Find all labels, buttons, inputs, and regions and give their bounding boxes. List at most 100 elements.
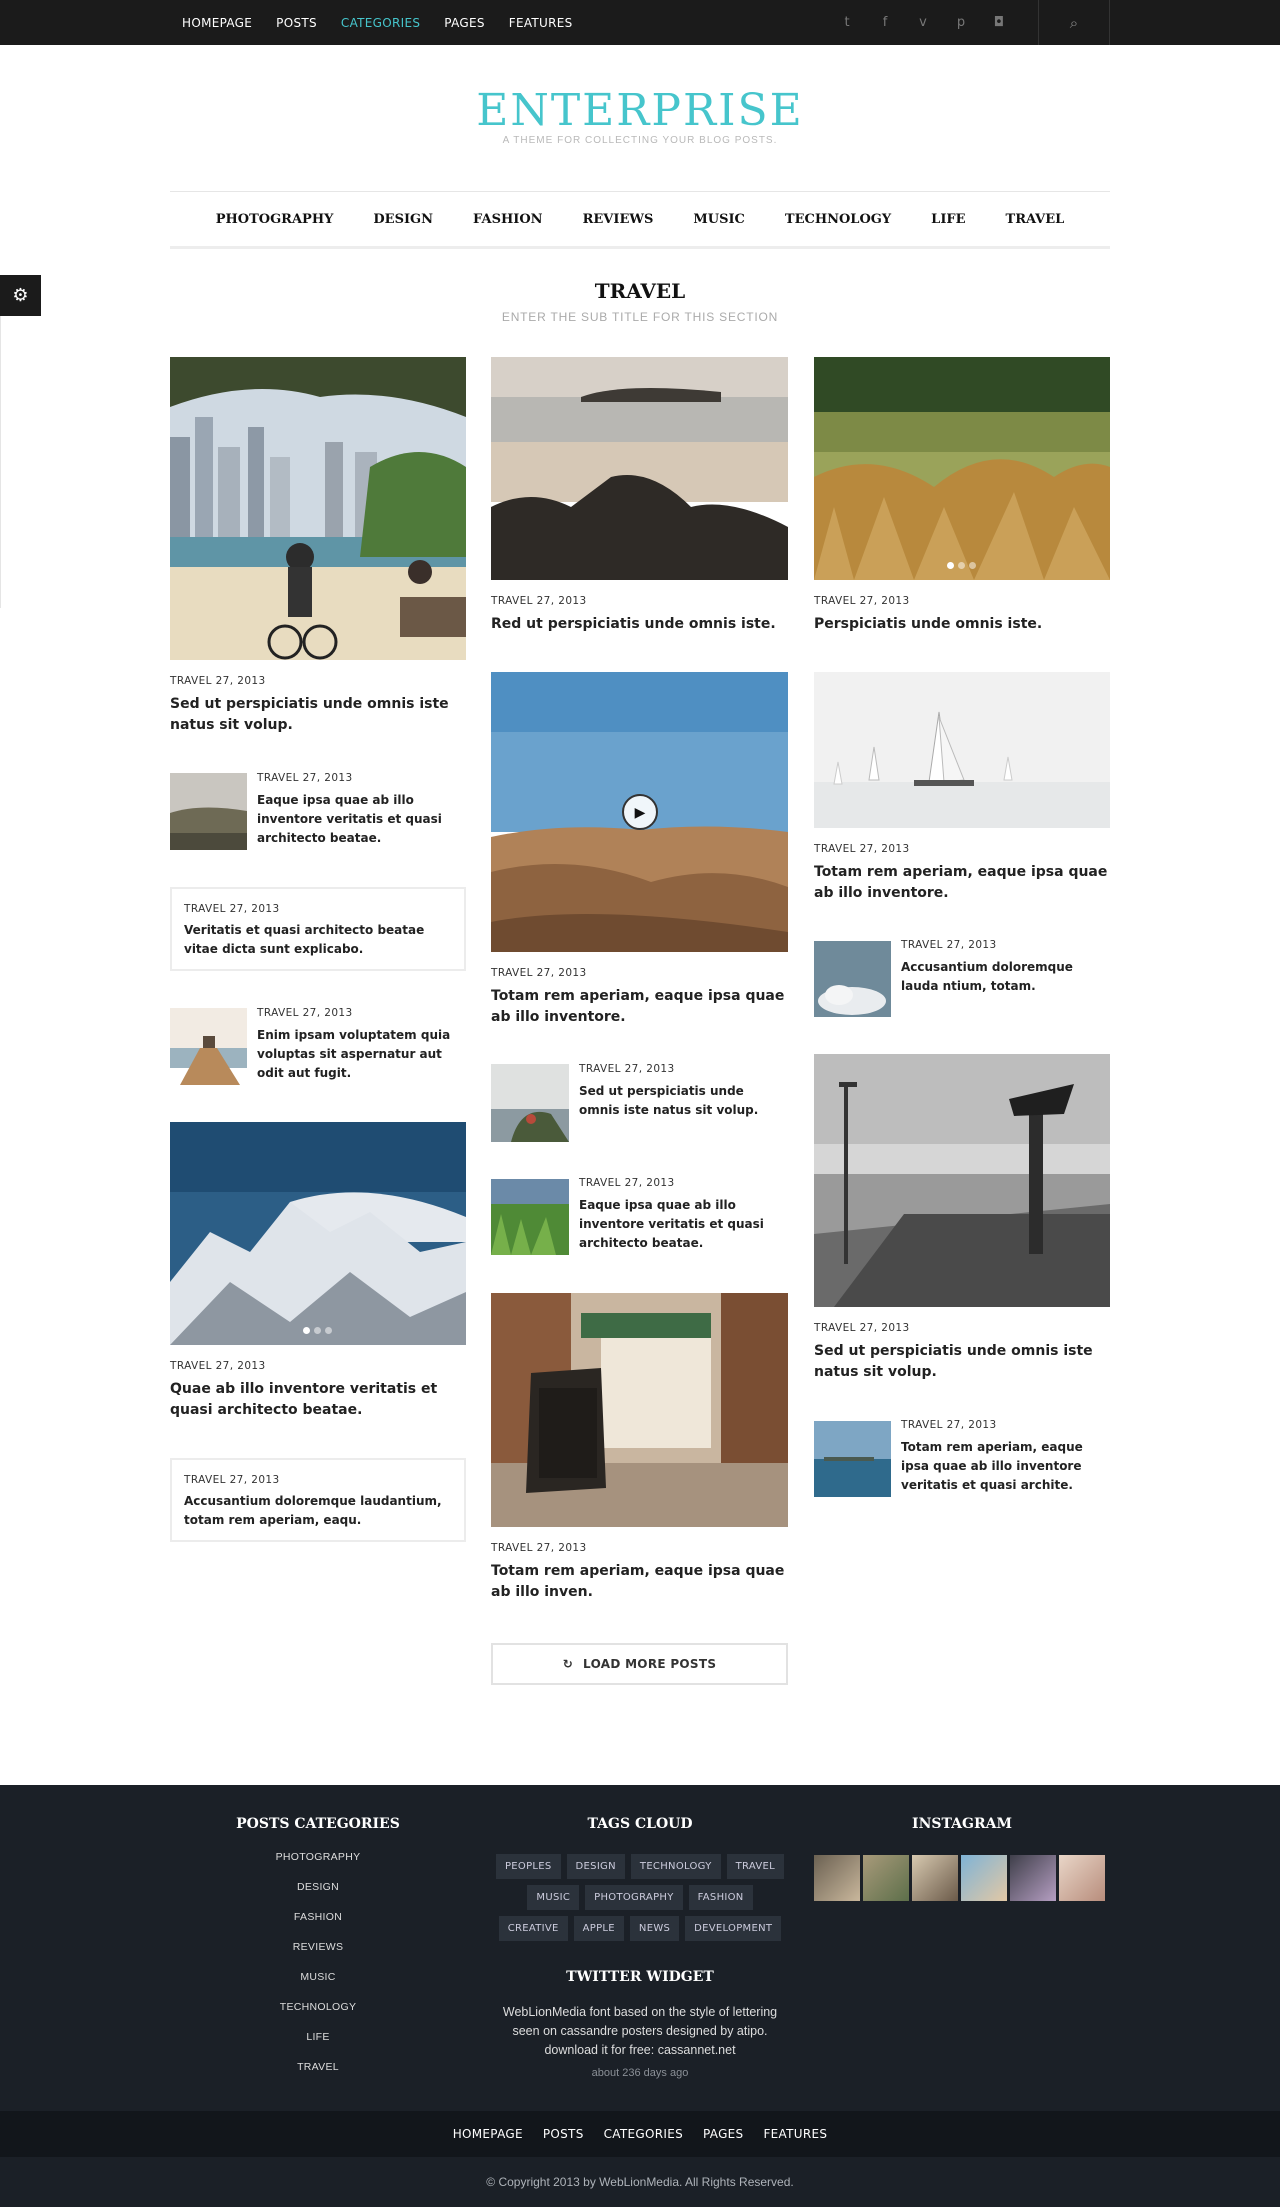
post-thumb-pier[interactable] <box>170 1008 247 1085</box>
catnav-fashion[interactable]: FASHION <box>473 212 543 227</box>
post-title[interactable]: Accusantium doloremque laudantium, totam… <box>184 1492 452 1530</box>
post-title[interactable]: Sed ut perspiciatis unde omnis iste natu… <box>814 1341 1110 1383</box>
post-thumb-landscape[interactable] <box>170 773 247 850</box>
post-video-desert[interactable]: ▶ <box>491 672 788 952</box>
vimeo-icon[interactable]: v <box>914 15 932 30</box>
tag-photography[interactable]: PHOTOGRAPHY <box>585 1885 683 1910</box>
post-thumb-clouds[interactable] <box>814 941 891 1017</box>
instagram-grid <box>814 1855 1105 1901</box>
post-title[interactable]: Quae ab illo inventore veritatis et quas… <box>170 1379 466 1421</box>
slider-dot[interactable] <box>958 562 965 569</box>
topnav-pages[interactable]: PAGES <box>444 16 484 30</box>
post-image-wheat[interactable] <box>814 357 1110 580</box>
search-button[interactable]: ⌕ <box>1038 0 1110 45</box>
tag-design[interactable]: DESIGN <box>566 1854 625 1879</box>
footer-category-photography[interactable]: PHOTOGRAPHY <box>170 1851 466 1863</box>
tags-cloud: PEOPLES DESIGN TECHNOLOGY TRAVEL MUSIC P… <box>494 1854 786 1941</box>
instagram-photo[interactable] <box>961 1855 1007 1901</box>
post-image-pizzeria[interactable] <box>491 1293 788 1527</box>
catnav-travel[interactable]: TRAVEL <box>1006 212 1065 227</box>
slider-dot[interactable] <box>325 1327 332 1334</box>
post-title[interactable]: Totam rem aperiam, eaque ipsa quae ab il… <box>901 1438 1113 1495</box>
post-title[interactable]: Enim ipsam voluptatem quia voluptas sit … <box>257 1026 469 1083</box>
catnav-reviews[interactable]: REVIEWS <box>583 212 654 227</box>
post-title[interactable]: Red ut perspiciatis unde omnis iste. <box>491 614 788 635</box>
instagram-photo[interactable] <box>814 1855 860 1901</box>
slider-dot[interactable] <box>303 1327 310 1334</box>
topnav-features[interactable]: FEATURES <box>509 16 573 30</box>
post-title[interactable]: Eaque ipsa quae ab illo inventore verita… <box>579 1196 788 1253</box>
post-image-city-beach[interactable] <box>170 357 466 660</box>
footer-category-technology[interactable]: TECHNOLOGY <box>170 2001 466 2013</box>
catnav-photography[interactable]: PHOTOGRAPHY <box>216 212 334 227</box>
catnav-design[interactable]: DESIGN <box>373 212 433 227</box>
slider-dot[interactable] <box>314 1327 321 1334</box>
facebook-icon[interactable]: f <box>876 15 894 30</box>
topnav-homepage[interactable]: HOMEPAGE <box>182 16 252 30</box>
slider-dot[interactable] <box>947 562 954 569</box>
site-logo[interactable]: ENTERPRISE <box>0 86 1280 136</box>
post-title[interactable]: Totam rem aperiam, eaque ipsa quae ab il… <box>491 986 788 1028</box>
twitter-icon[interactable]: t <box>838 15 856 30</box>
tweet-time[interactable]: about 236 days ago <box>494 2067 786 2079</box>
instagram-icon[interactable]: ◘ <box>990 15 1008 30</box>
post-image-sailboats[interactable] <box>814 672 1110 828</box>
catnav-life[interactable]: LIFE <box>931 212 965 227</box>
post-title[interactable]: Perspiciatis unde omnis iste. <box>814 614 1110 635</box>
footer-nav-categories[interactable]: CATEGORIES <box>604 2127 683 2141</box>
catnav-music[interactable]: MUSIC <box>693 212 745 227</box>
social-links: t f v p ◘ <box>838 0 1008 45</box>
post-date: TRAVEL 27, 2013 <box>184 1474 280 1486</box>
tag-travel[interactable]: TRAVEL <box>726 1854 785 1879</box>
footer-category-life[interactable]: LIFE <box>170 2031 466 2043</box>
post-title[interactable]: Totam rem aperiam, eaque ipsa quae ab il… <box>491 1561 788 1603</box>
footer-nav-features[interactable]: FEATURES <box>763 2127 827 2141</box>
tag-apple[interactable]: APPLE <box>573 1916 624 1941</box>
tag-music[interactable]: MUSIC <box>527 1885 580 1910</box>
post-title[interactable]: Totam rem aperiam, eaque ipsa quae ab il… <box>814 862 1110 904</box>
tag-creative[interactable]: CREATIVE <box>498 1916 568 1941</box>
instagram-photo[interactable] <box>1010 1855 1056 1901</box>
tag-fashion[interactable]: FASHION <box>688 1885 753 1910</box>
post-thumb-grass[interactable] <box>491 1179 569 1255</box>
load-more-button[interactable]: ↻ LOAD MORE POSTS <box>491 1643 788 1685</box>
instagram-photo[interactable] <box>912 1855 958 1901</box>
post-title[interactable]: Eaque ipsa quae ab illo inventore verita… <box>257 791 457 848</box>
post-title[interactable]: Sed ut perspiciatis unde omnis iste natu… <box>170 694 466 736</box>
catnav-technology[interactable]: TECHNOLOGY <box>785 212 891 227</box>
post-thumb-coast[interactable] <box>491 1064 569 1142</box>
tag-technology[interactable]: TECHNOLOGY <box>630 1854 721 1879</box>
post-title[interactable]: Sed ut perspiciatis unde omnis iste natu… <box>579 1082 788 1120</box>
slider-dot[interactable] <box>969 562 976 569</box>
instagram-photo[interactable] <box>863 1855 909 1901</box>
instagram-photo[interactable] <box>1059 1855 1105 1901</box>
post-date: TRAVEL 27, 2013 <box>814 843 910 855</box>
play-icon[interactable]: ▶ <box>622 794 658 830</box>
post-thumb-sea[interactable] <box>814 1421 891 1497</box>
tag-news[interactable]: NEWS <box>629 1916 680 1941</box>
footer-category-music[interactable]: MUSIC <box>170 1971 466 1983</box>
tag-development[interactable]: DEVELOPMENT <box>685 1916 782 1941</box>
post-date: TRAVEL 27, 2013 <box>579 1063 675 1075</box>
footer-category-fashion[interactable]: FASHION <box>170 1911 466 1923</box>
post-date: TRAVEL 27, 2013 <box>491 595 587 607</box>
footer-nav-posts[interactable]: POSTS <box>543 2127 584 2141</box>
post-image-beach-rocks[interactable] <box>491 357 788 580</box>
refresh-icon: ↻ <box>562 1657 574 1671</box>
post-title[interactable]: Accusantium doloremque lauda ntium, tota… <box>901 958 1101 996</box>
topnav-categories[interactable]: CATEGORIES <box>341 16 420 30</box>
post-date: TRAVEL 27, 2013 <box>579 1177 675 1189</box>
footer-category-travel[interactable]: TRAVEL <box>170 2061 466 2073</box>
post-title[interactable]: Veritatis et quasi architecto beatae vit… <box>184 921 452 959</box>
topnav-posts[interactable]: POSTS <box>276 16 317 30</box>
footer-category-design[interactable]: DESIGN <box>170 1881 466 1893</box>
side-divider <box>0 316 1 608</box>
post-date: TRAVEL 27, 2013 <box>170 1360 266 1372</box>
post-image-mountains[interactable] <box>170 1122 466 1345</box>
tag-peoples[interactable]: PEOPLES <box>495 1854 561 1879</box>
footer-nav-pages[interactable]: PAGES <box>703 2127 743 2141</box>
footer-nav-homepage[interactable]: HOMEPAGE <box>453 2127 523 2141</box>
pinterest-icon[interactable]: p <box>952 15 970 30</box>
post-image-pier-bw[interactable] <box>814 1054 1110 1307</box>
footer-category-reviews[interactable]: REVIEWS <box>170 1941 466 1953</box>
